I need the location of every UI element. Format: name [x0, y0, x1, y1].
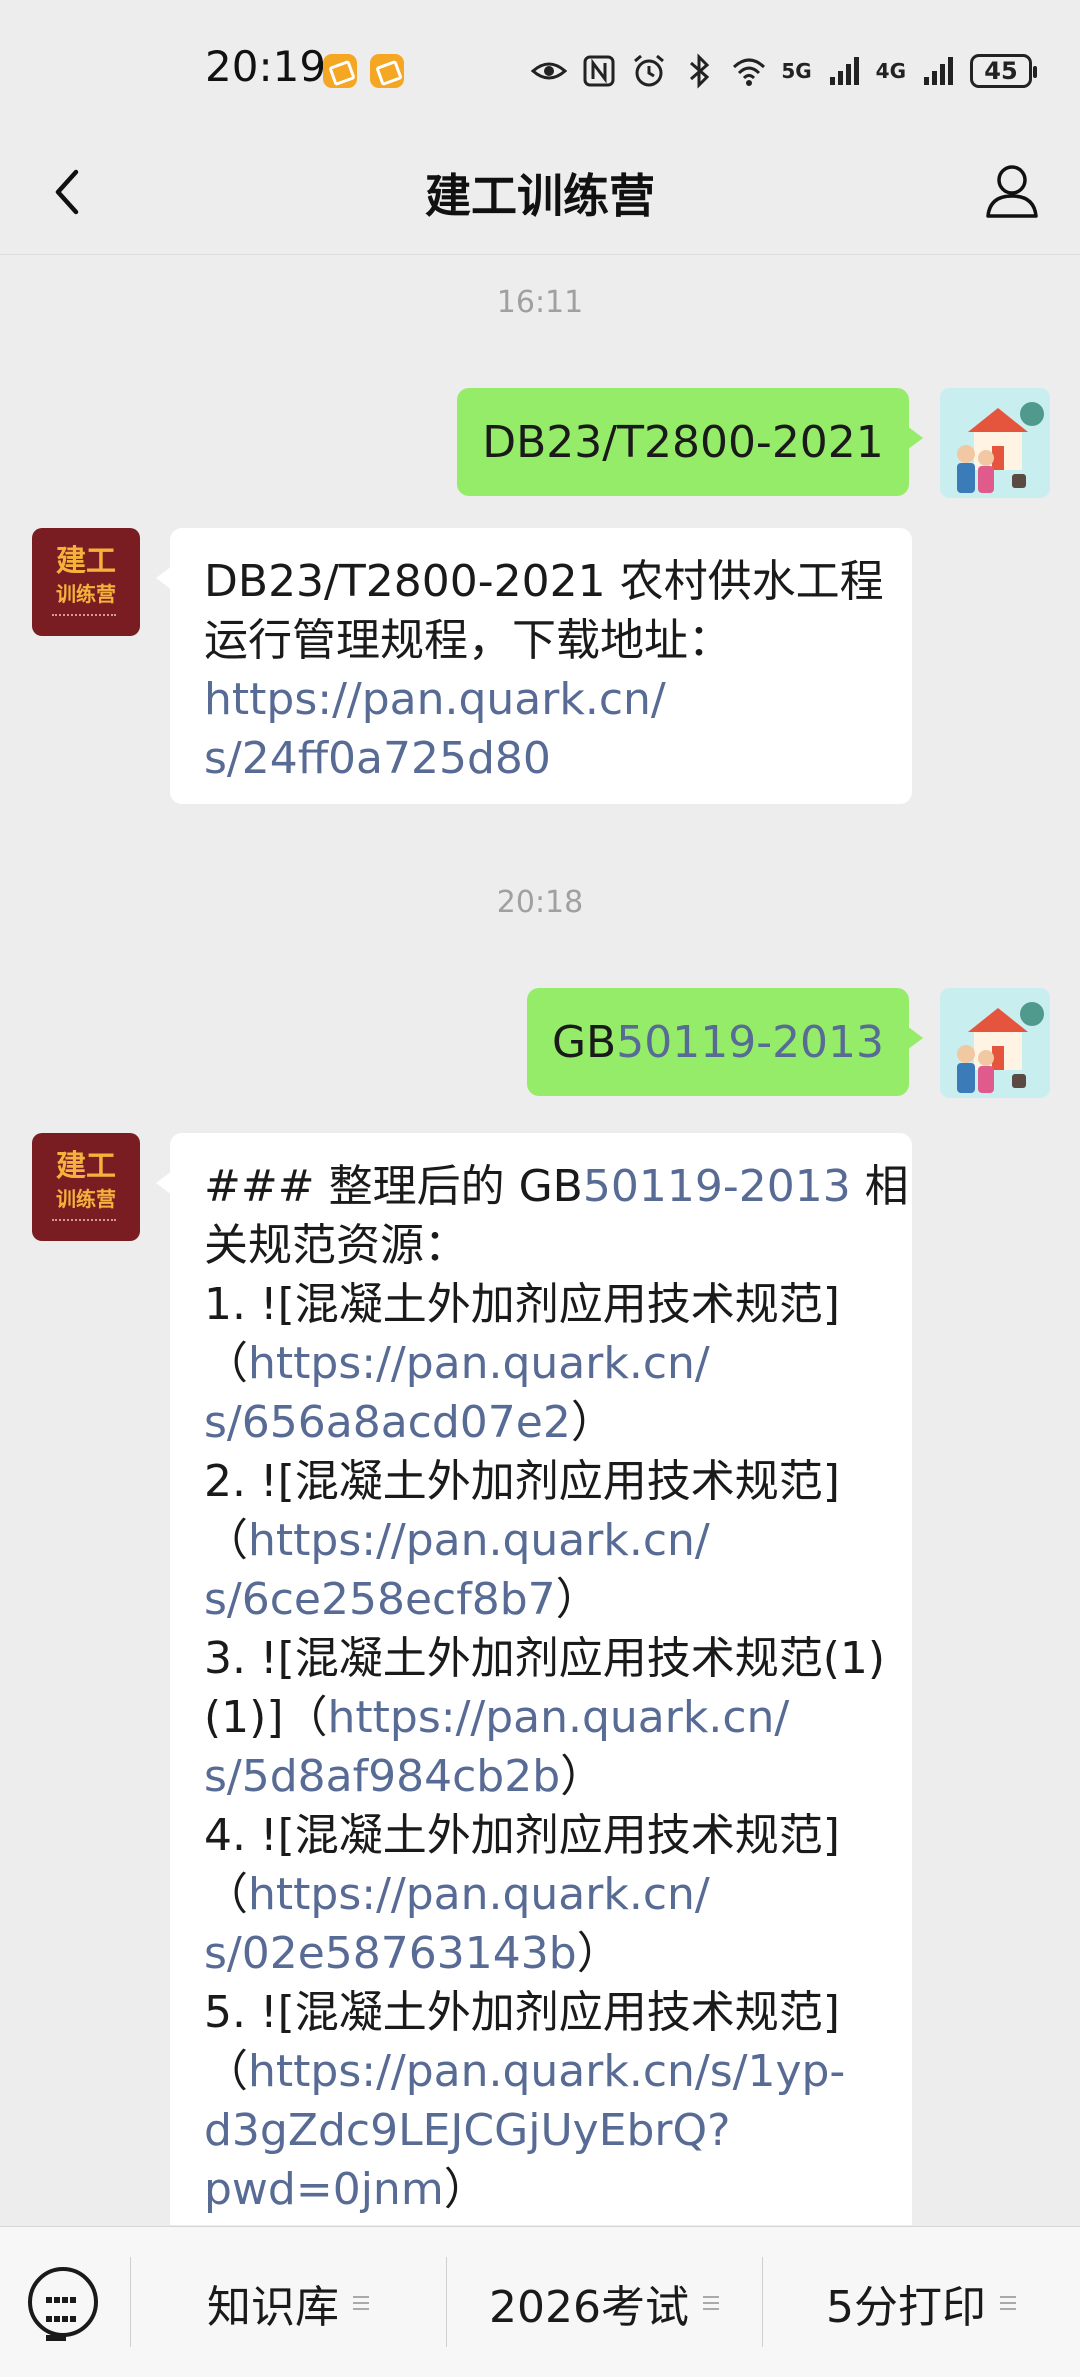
chat-title: 建工训练营 [425, 169, 655, 223]
app-notification-icon [323, 54, 357, 88]
bot-avatar-title: 建工 [56, 544, 116, 579]
resource-link[interactable]: d3gZdc9LEJCGjUyEbrQ? [204, 2101, 878, 2160]
signal-bars-icon [829, 57, 859, 85]
resource-item-title: 1. ![混凝土外加剂应用技术规范] [204, 1279, 840, 1330]
paren: ） [570, 1397, 615, 1448]
bottom-menu-bar: 知识库 2026考试 5分打印 [0, 2226, 1080, 2377]
message-line: s/02e58763143b） [204, 1924, 878, 1983]
message-line: pwd=0jnm） [204, 2160, 878, 2219]
app-notification-icon [370, 54, 404, 88]
message-line: (1)]（https://pan.quark.cn/ [204, 1688, 878, 1747]
standard-code-link[interactable]: 50119-2013 [583, 1161, 851, 1212]
paren: （ [204, 1338, 248, 1389]
resource-link[interactable]: https://pan.quark.cn/ [248, 1338, 710, 1389]
submenu-icon [702, 2292, 719, 2314]
resource-item-title: 4. ![混凝土外加剂应用技术规范] [204, 1810, 840, 1861]
resource-item-title: 3. ![混凝土外加剂应用技术规范(1) [204, 1633, 886, 1684]
resource-link[interactable]: pwd=0jnm [204, 2164, 444, 2215]
resource-link[interactable]: https://pan.quark.cn/ [248, 1515, 710, 1566]
message-text: ### 整理后的 GB [204, 1161, 583, 1212]
wifi-icon [733, 58, 766, 86]
menu-item-knowledge-base[interactable]: 知识库 [130, 2271, 446, 2335]
standard-code-link[interactable]: 50119-2013 [616, 1017, 884, 1068]
message-line: 关规范资源： [204, 1220, 468, 1271]
message-line: s/5d8af984cb2b） [204, 1747, 878, 1806]
message-timestamp: 16:11 [496, 285, 584, 320]
signal-bars-icon [924, 57, 953, 85]
download-link[interactable]: s/24ff0a725d80 [204, 729, 878, 788]
status-bar: 20:19 5G 4G 45 [0, 0, 1080, 130]
submenu-icon [1000, 2292, 1016, 2314]
message-timestamp: 20:18 [496, 885, 584, 920]
paren: ） [555, 1574, 600, 1625]
bot-avatar-fine-print [52, 1219, 116, 1227]
submenu-icon [353, 2292, 369, 2314]
resource-link[interactable]: https://pan.quark.cn/ [248, 1869, 710, 1920]
message-line: s/656a8acd07e2） [204, 1393, 878, 1452]
message-line: s/6ce258ecf8b7） [204, 1570, 878, 1629]
profile-icon[interactable] [980, 158, 1044, 222]
resource-item-title: 2. ![混凝土外加剂应用技术规范] [204, 1456, 840, 1507]
message-line: （https://pan.quark.cn/s/1yp- [204, 2042, 878, 2101]
chat-header: 建工训练营 [0, 130, 1080, 255]
message-line: （https://pan.quark.cn/ [204, 1511, 878, 1570]
bot-avatar[interactable]: 建工 训练营 [32, 1133, 140, 1241]
battery-indicator: 45 [970, 54, 1037, 88]
family-house-avatar-image [940, 988, 1050, 1098]
bot-avatar-title: 建工 [56, 1149, 116, 1184]
keyboard-toggle-icon[interactable] [28, 2267, 98, 2341]
resource-link[interactable]: s/5d8af984cb2b [204, 1751, 560, 1802]
sent-message-text: DB23/T2800-2021 [482, 416, 884, 468]
my-avatar[interactable] [940, 988, 1050, 1098]
menu-item-label: 知识库 [207, 2282, 339, 2333]
resource-link[interactable]: s/656a8acd07e2 [204, 1397, 571, 1448]
resource-link[interactable]: s/6ce258ecf8b7 [204, 1574, 556, 1625]
sent-message-bubble[interactable]: DB23/T2800-2021 [457, 388, 923, 496]
sent-message-bubble[interactable]: GB 50119-2013 [527, 988, 923, 1096]
bot-avatar-subtitle: 训练营 [56, 582, 116, 606]
paren: （ [204, 1515, 248, 1566]
message-line: DB23/T2800-2021 农村供水工程 [204, 556, 884, 607]
resource-link[interactable]: https://pan.quark.cn/s/1yp- [248, 2046, 845, 2097]
paren: ） [560, 1751, 605, 1802]
message-line: ### 整理后的 GB50119-2013 相 [204, 1157, 909, 1216]
status-time: 20:19 [205, 42, 327, 91]
eye-icon [531, 62, 568, 80]
bot-avatar-fine-print [52, 614, 116, 622]
sent-message-text: GB [551, 1016, 617, 1068]
battery-level: 45 [984, 57, 1018, 85]
resource-link[interactable]: https://pan.quark.cn/ [328, 1692, 790, 1743]
chat-area[interactable]: 16:11 DB23/T2800-2021 建工 训练营 DB23/T2800-… [0, 255, 1080, 2225]
download-link[interactable]: https://pan.quark.cn/ [204, 670, 878, 729]
message-line: （https://pan.quark.cn/ [204, 1334, 878, 1393]
menu-item-exam[interactable]: 2026考试 [446, 2271, 762, 2335]
paren: ） [443, 2164, 488, 2215]
bot-avatar-subtitle: 训练营 [56, 1187, 116, 1211]
received-message-bubble[interactable]: ### 整理后的 GB50119-2013 相 关规范资源： 1. ![混凝土外… [156, 1133, 912, 2225]
message-text: 相 [850, 1161, 909, 1212]
paren: ） [576, 1928, 621, 1979]
alarm-icon [634, 54, 665, 87]
resource-item-title: 5. ![混凝土外加剂应用技术规范] [204, 1987, 840, 2038]
family-house-avatar-image [940, 388, 1050, 498]
message-line: 运行管理规程，下载地址： [204, 615, 732, 666]
menu-item-label: 5分打印 [826, 2282, 986, 2333]
menu-item-label: 2026考试 [489, 2282, 689, 2333]
paren: （ [204, 2046, 248, 2097]
my-avatar[interactable] [940, 388, 1050, 498]
resource-link[interactable]: s/02e58763143b [204, 1928, 577, 1979]
bot-avatar[interactable]: 建工 训练营 [32, 528, 140, 636]
bluetooth-icon [690, 53, 710, 89]
message-text: (1)]（ [204, 1692, 328, 1743]
paren: （ [204, 1869, 248, 1920]
signal-4g-label: 4G [875, 59, 906, 83]
nfc-icon [583, 55, 615, 87]
menu-item-print[interactable]: 5分打印 [762, 2271, 1080, 2335]
message-line: （https://pan.quark.cn/ [204, 1865, 878, 1924]
signal-5g-label: 5G [781, 59, 812, 83]
received-message-bubble[interactable]: DB23/T2800-2021 农村供水工程 运行管理规程，下载地址： http… [156, 528, 912, 804]
